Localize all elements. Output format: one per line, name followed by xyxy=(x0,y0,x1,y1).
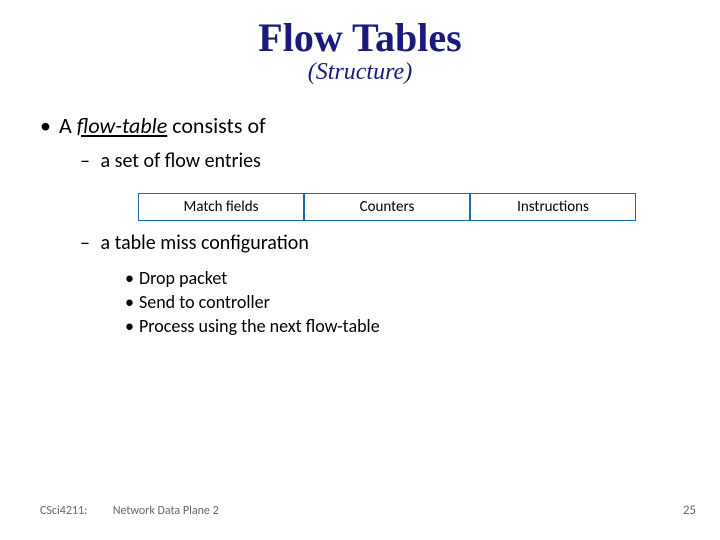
box-match-fields: Match fields xyxy=(138,193,304,221)
text-fragment: A xyxy=(59,112,77,139)
list-item: •Send to controller xyxy=(125,291,690,313)
bullet-level-2: – a set of flow entries xyxy=(80,149,690,173)
bullet-text: a set of flow entries xyxy=(101,149,261,173)
footer-left: CSci4211: Network Data Plane 2 xyxy=(40,504,219,518)
slide-subtitle: (Structure) xyxy=(0,59,720,86)
bullet-text: a table miss configuration xyxy=(101,231,309,255)
bullet-icon: • xyxy=(40,112,54,139)
title-block: Flow Tables (Structure) xyxy=(0,0,720,86)
course-code: CSci4211: xyxy=(40,504,110,518)
page-number: 25 xyxy=(683,503,696,518)
bullet-level-3-list: •Drop packet •Send to controller •Proces… xyxy=(125,267,690,337)
slide-title: Flow Tables xyxy=(0,14,720,61)
bullet-icon: • xyxy=(125,267,139,289)
text-fragment: consists of xyxy=(167,112,266,139)
bullet-text: Process using the next flow-table xyxy=(139,315,380,337)
slide: Flow Tables (Structure) • A flow-table c… xyxy=(0,0,720,540)
flow-entry-boxes: Match fields Counters Instructions xyxy=(138,193,690,221)
list-item: •Process using the next flow-table xyxy=(125,315,690,337)
bullet-icon: • xyxy=(125,315,139,337)
dash-icon: – xyxy=(80,231,96,255)
emphasized-term: flow-table xyxy=(77,112,168,139)
slide-body: • A flow-table consists of – a set of fl… xyxy=(0,86,720,337)
bullet-icon: • xyxy=(125,291,139,313)
bullet-level-2: – a table miss configuration xyxy=(80,231,690,255)
box-counters: Counters xyxy=(304,193,470,221)
list-item: •Drop packet xyxy=(125,267,690,289)
dash-icon: – xyxy=(80,149,96,173)
bullet-text: Send to controller xyxy=(139,291,270,313)
bullet-text: Drop packet xyxy=(139,267,227,289)
box-instructions: Instructions xyxy=(470,193,636,221)
bullet-level-1: • A flow-table consists of xyxy=(40,112,690,139)
topic-name: Network Data Plane 2 xyxy=(113,504,219,518)
